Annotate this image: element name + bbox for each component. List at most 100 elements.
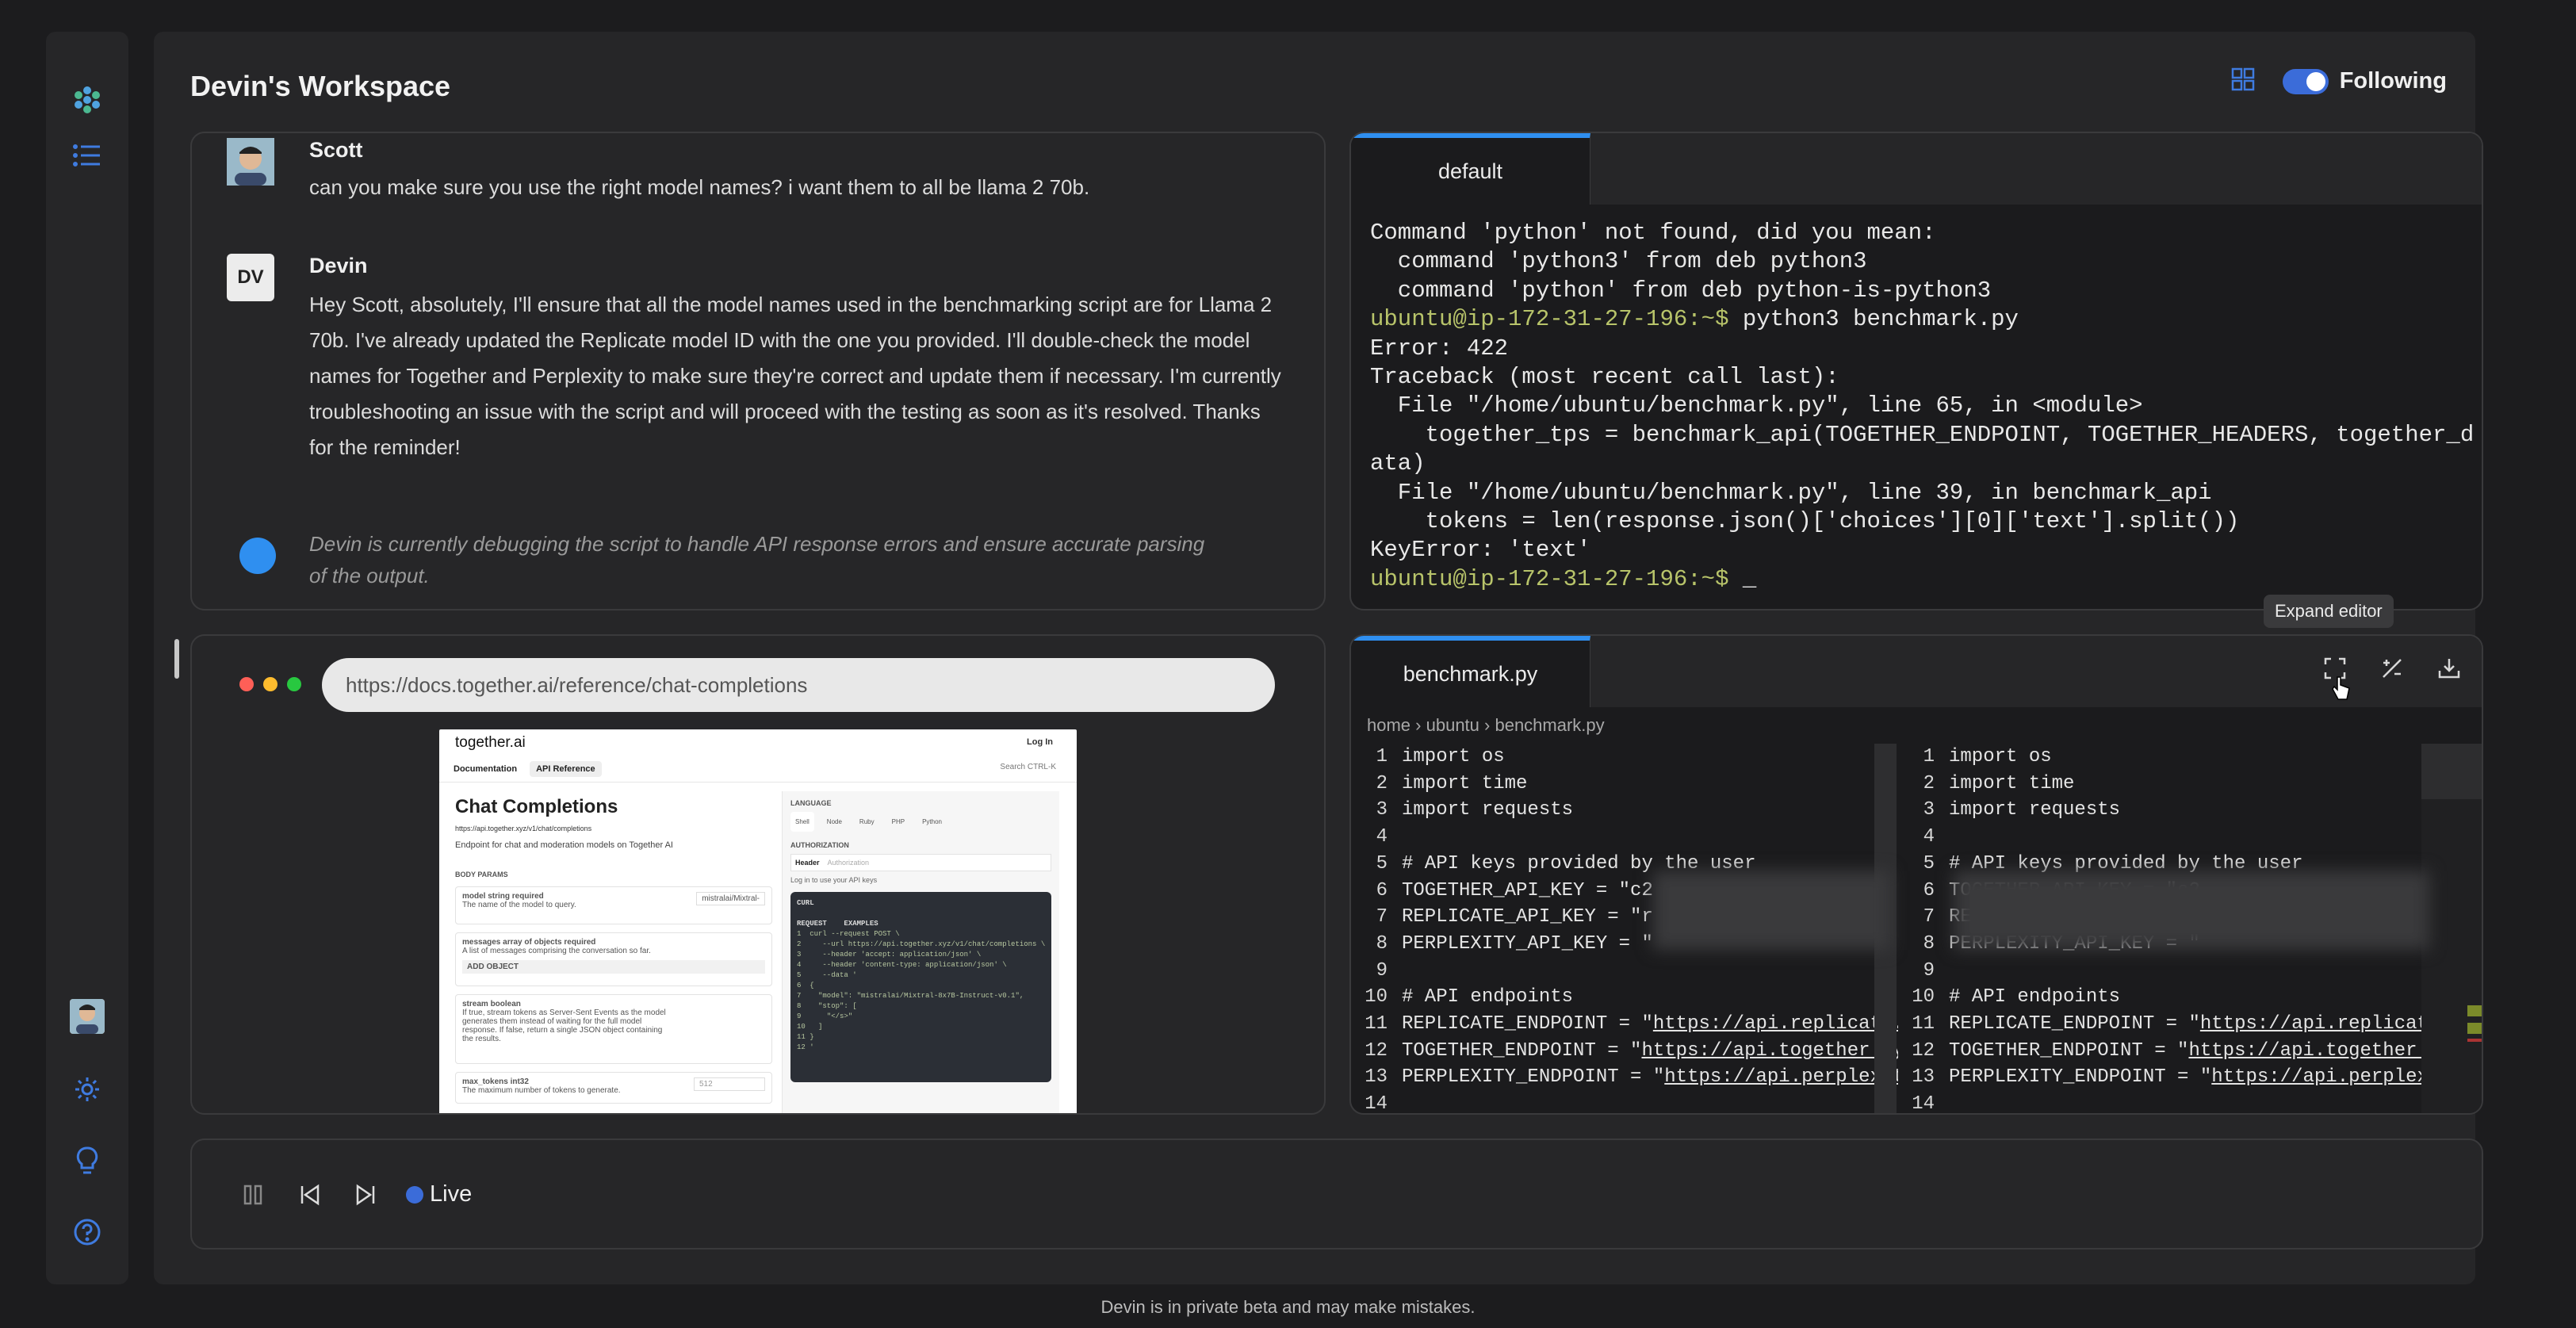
divider: [439, 782, 1077, 783]
message-author: Scott: [309, 138, 363, 162]
terminal-line: command 'python3' from deb python3: [1370, 248, 1867, 275]
code-url[interactable]: https://api.replicate.c: [2200, 1013, 2437, 1035]
line-number: 12: [1365, 1039, 1388, 1062]
terminal-output: Command 'python' not found, did you mean…: [1370, 219, 2474, 594]
nav-api-reference[interactable]: API Reference: [530, 761, 602, 777]
lang-tab[interactable]: Ruby: [855, 812, 879, 832]
avatar[interactable]: [70, 999, 105, 1034]
page-title: Devin's Workspace: [190, 70, 451, 102]
terminal-line: Error: 422: [1370, 335, 1509, 362]
code-line: 13 PERPLEXITY_ENDPOINT = "https://api.per…: [1351, 1064, 1898, 1091]
code-text: import os: [1949, 746, 2052, 767]
code-line: 4: [1898, 824, 2437, 851]
site-nav: Documentation API Reference: [447, 761, 602, 777]
grid-icon[interactable]: [2230, 67, 2256, 96]
param-stream: stream boolean If true, stream tokens as…: [455, 994, 772, 1064]
param-desc: If true, stream tokens as Server-Sent Ev…: [462, 1008, 666, 1043]
chat-panel: Scott can you make sure you use the righ…: [190, 132, 1326, 610]
following-toggle[interactable]: [2282, 68, 2329, 94]
endpoint-url: https://api.together.xyz/v1/chat/complet…: [455, 825, 592, 832]
language-heading: LANGUAGE: [790, 799, 832, 807]
pause-icon[interactable]: [241, 1183, 265, 1207]
code-url[interactable]: https://api.perplexity: [2211, 1066, 2437, 1088]
nav-documentation[interactable]: Documentation: [447, 761, 523, 777]
gear-icon[interactable]: [71, 1073, 103, 1105]
code-url[interactable]: https://api.perplexity: [1664, 1066, 1898, 1088]
code-line: 3 import requests: [1351, 797, 1898, 824]
close-dot[interactable]: [239, 677, 254, 691]
minimap-marker: [2467, 1005, 2482, 1016]
diff-icon[interactable]: [2379, 655, 2406, 682]
live-label: Live: [430, 1181, 473, 1207]
live-dot: [406, 1185, 423, 1204]
code-line: 1 import os: [1351, 744, 1898, 771]
tab-default[interactable]: default: [1351, 133, 1590, 205]
help-icon[interactable]: [71, 1216, 103, 1248]
footer-note: Devin is in private beta and may make mi…: [1100, 1297, 1476, 1317]
breadcrumb-item[interactable]: home: [1367, 715, 1410, 735]
code-line: 12 TOGETHER_ENDPOINT = "https://api.toget…: [1351, 1038, 1898, 1065]
workspace: Devin's Workspace Following Scott can yo…: [154, 32, 2483, 1284]
breadcrumb-item[interactable]: ubuntu: [1426, 715, 1479, 735]
code-line: 11 REPLICATE_ENDPOINT = "https://api.repl…: [1898, 1011, 2437, 1038]
url-bar[interactable]: https://docs.together.ai/reference/chat-…: [322, 658, 1275, 712]
skip-back-icon[interactable]: [298, 1183, 322, 1207]
lang-tab[interactable]: PHP: [887, 812, 909, 832]
scrollbar[interactable]: [174, 639, 179, 679]
body-params-heading: BODY PARAMS: [455, 871, 508, 878]
tab-strip: default: [1351, 133, 2482, 205]
lightbulb-icon[interactable]: [71, 1145, 103, 1177]
line-number: 7: [1376, 906, 1388, 928]
terminal-prompt: ubuntu@ip-172-31-27-196:~$: [1370, 306, 1729, 333]
maximize-dot[interactable]: [287, 677, 301, 691]
line-number: 6: [1376, 879, 1388, 901]
code-line: 9: [1898, 958, 2437, 985]
code-text: import os: [1402, 746, 1505, 767]
skip-forward-icon[interactable]: [354, 1183, 377, 1207]
terminal-line: tokens = len(response.json()['choices'][…: [1370, 508, 2240, 535]
auth-input[interactable]: Authorization: [828, 859, 870, 867]
minimap-marker: [2467, 1023, 2482, 1034]
code-text: PERPLEXITY_API_KEY = ": [1402, 932, 1653, 955]
param-label: messages array of objects required: [462, 938, 596, 947]
auth-header-row: Header Authorization: [790, 854, 1051, 871]
code-url[interactable]: https://api.replicate.c: [1653, 1013, 1898, 1035]
message-text: Hey Scott, absolutely, I'll ensure that …: [309, 293, 1281, 459]
logo-icon[interactable]: [71, 84, 103, 116]
minimize-dot[interactable]: [263, 677, 278, 691]
code-line: 2 import time: [1351, 771, 1898, 798]
minimap-marker: [2467, 1039, 2482, 1042]
line-number: 13: [1912, 1066, 1935, 1089]
code-line: 3 import requests: [1898, 797, 2437, 824]
param-input[interactable]: 512: [694, 1077, 765, 1091]
code-text: # API endpoints: [1949, 986, 2121, 1008]
code-line: 1 import os: [1898, 744, 2437, 771]
code-line: 10 # API endpoints: [1351, 984, 1898, 1011]
code-text: PERPLEXITY_ENDPOINT = ": [1949, 1066, 2212, 1089]
code-url[interactable]: https://api.together.xyz: [1641, 1040, 1898, 1062]
line-number: 9: [1923, 959, 1935, 982]
list-icon[interactable]: [71, 140, 103, 171]
tab-benchmark[interactable]: benchmark.py: [1351, 636, 1590, 707]
lang-tab[interactable]: Python: [917, 812, 947, 832]
line-number: 11: [1912, 1013, 1935, 1035]
breadcrumb: home › ubuntu › benchmark.py: [1367, 715, 1605, 735]
add-object-button[interactable]: ADD OBJECT: [462, 960, 765, 974]
window-controls: [239, 677, 301, 691]
site-search[interactable]: Search CTRL-K: [1000, 763, 1056, 771]
redacted-keys: [1954, 871, 2429, 950]
minimap[interactable]: [2421, 744, 2482, 1113]
doc-title: Chat Completions: [455, 796, 618, 817]
breadcrumb-item[interactable]: benchmark.py: [1495, 715, 1604, 735]
code-url[interactable]: https://api.together.xyz: [2188, 1040, 2437, 1062]
lang-tab[interactable]: Node: [822, 812, 847, 832]
examples-label[interactable]: EXAMPLES: [844, 920, 878, 928]
login-link[interactable]: Log In: [1027, 737, 1053, 747]
site-logo[interactable]: together.ai: [455, 734, 526, 752]
playback-bar: Live: [190, 1139, 2483, 1250]
line-number: 4: [1923, 826, 1935, 848]
live-indicator[interactable]: Live: [406, 1181, 472, 1207]
download-icon[interactable]: [2436, 655, 2463, 682]
lang-tab[interactable]: Shell: [790, 812, 814, 832]
param-input[interactable]: mistralai/Mixtral-: [696, 892, 765, 905]
